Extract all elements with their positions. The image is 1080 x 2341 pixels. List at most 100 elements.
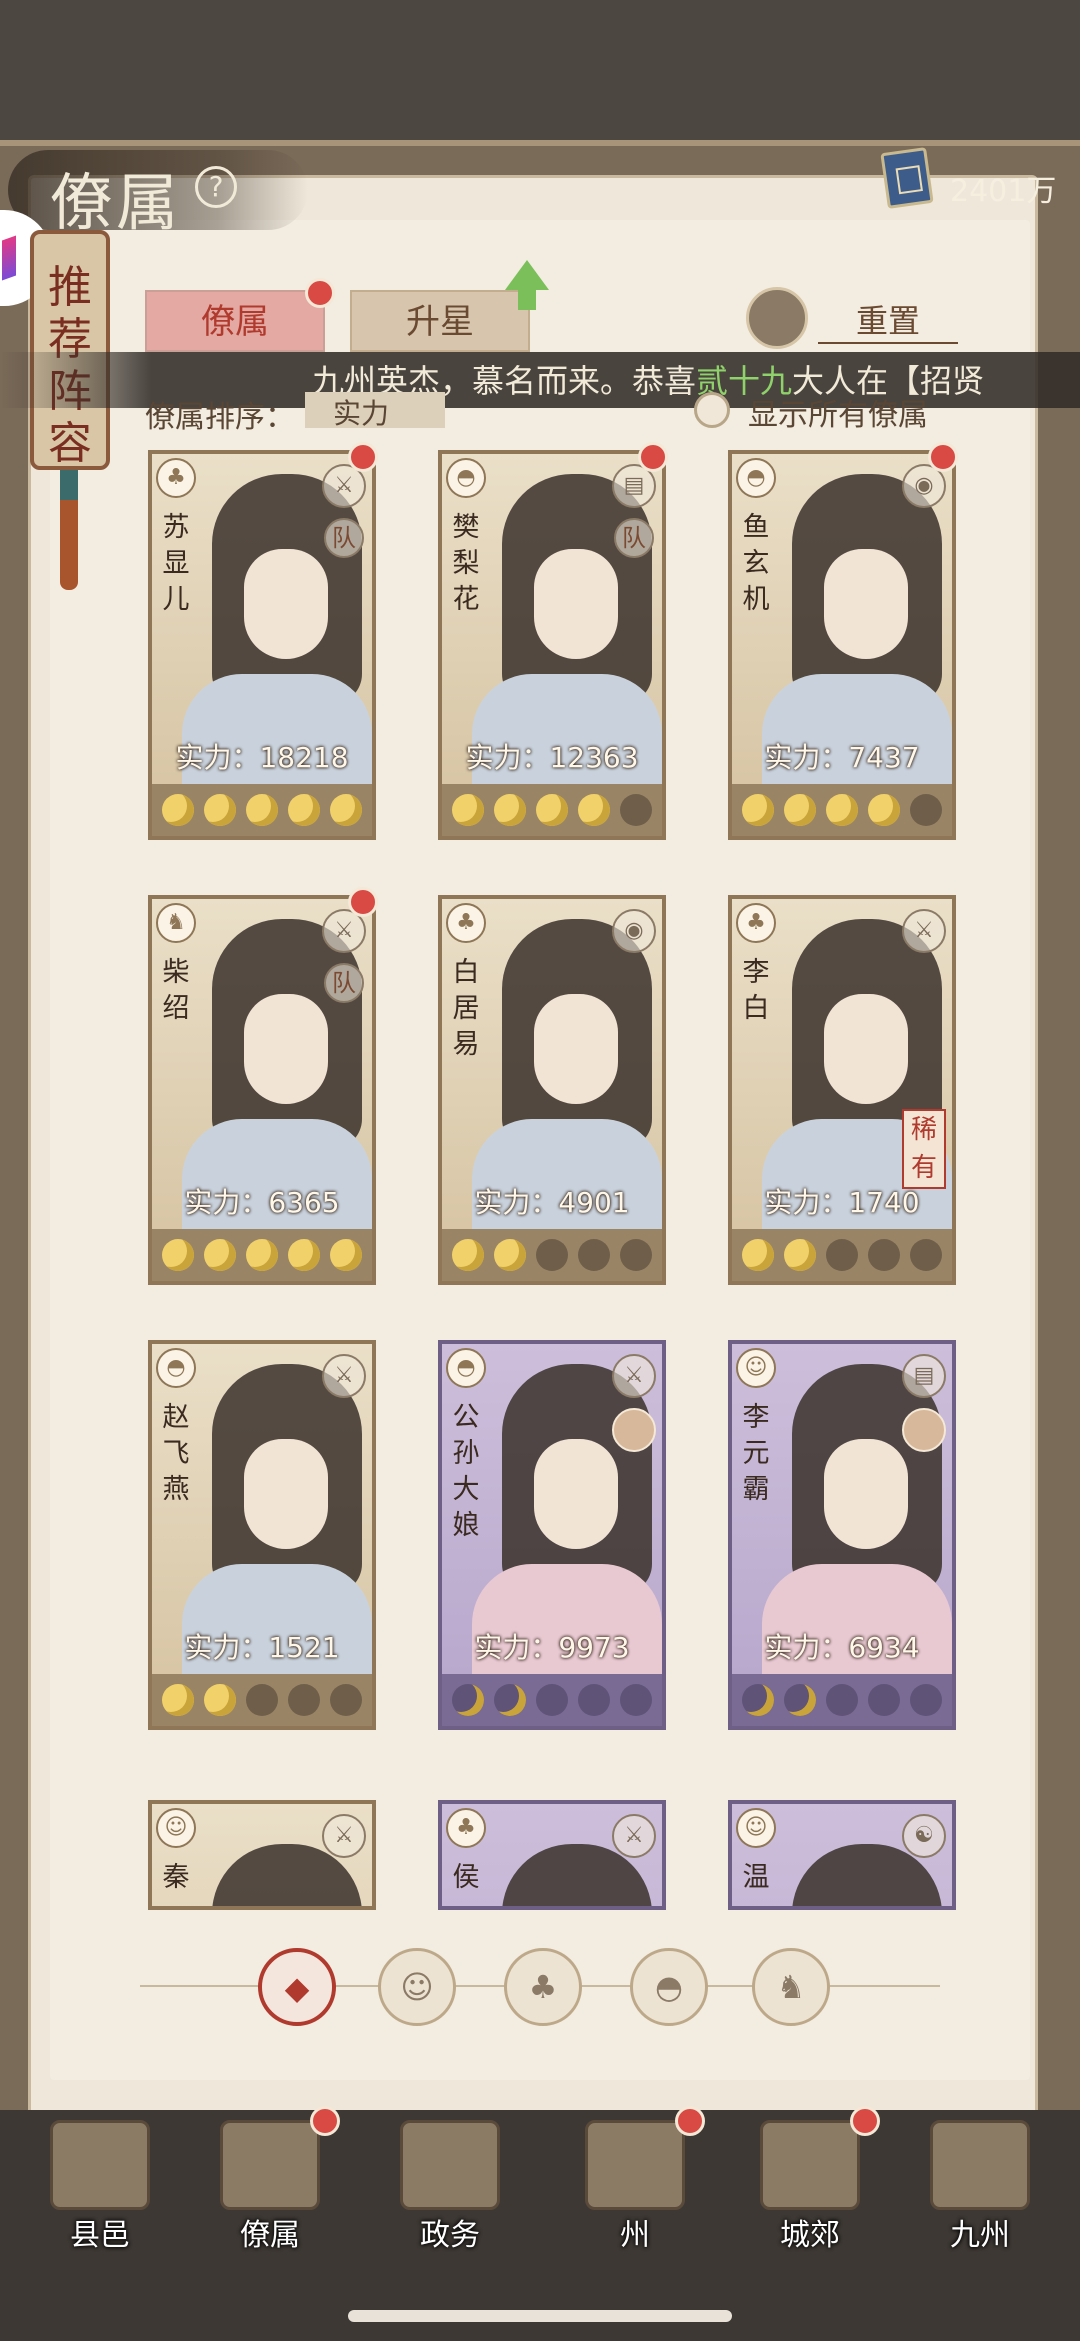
retainer-card-partial[interactable]: ☺ ⚔ 秦 [148, 1800, 376, 1910]
filter-calabash-icon[interactable]: ♣ [504, 1948, 582, 2026]
moon-star-filled-icon [742, 794, 774, 826]
rare-badge: 稀有 [902, 1109, 946, 1189]
retainer-name: 鱼玄机 [742, 512, 770, 615]
moon-star-filled-icon [742, 1239, 774, 1271]
nav-item[interactable]: 州 [565, 2120, 705, 2270]
card-notification-dot [638, 442, 668, 472]
moon-star-empty-icon [578, 1239, 610, 1271]
moon-star-empty-icon [868, 1684, 900, 1716]
nav-item[interactable]: 政务 [380, 2120, 520, 2270]
nav-label: 城郊 [780, 2218, 840, 2253]
moon-star-filled-icon [204, 794, 236, 826]
portrait-robe [472, 674, 662, 794]
star-row [732, 1674, 952, 1726]
moon-star-filled-icon [868, 794, 900, 826]
retainer-power: 实力：7437 [764, 741, 920, 774]
retainer-card-partial[interactable]: ♣ ⚔ 侯 [438, 1800, 666, 1910]
page-title: 僚属 [50, 166, 183, 239]
portrait-face [244, 994, 328, 1104]
moon-star-filled-icon [452, 1239, 484, 1271]
book-currency-icon [880, 147, 934, 209]
retainer-name: 苏显儿 [162, 512, 190, 615]
portrait-face [534, 994, 618, 1104]
moon-star-filled-icon [162, 1684, 194, 1716]
moon-star-filled-icon [578, 794, 610, 826]
filter-all-diamond-icon[interactable]: ◆ [258, 1948, 336, 2026]
sort-label: 僚属排序： [145, 400, 295, 435]
moon-star-filled-icon [494, 1684, 526, 1716]
retainer-card-partial[interactable]: ☺ ☯ 温 [728, 1800, 956, 1910]
nav-notification-dot [850, 2106, 880, 2136]
filter-mask-icon[interactable]: ☺ [378, 1948, 456, 2026]
retainer-card[interactable]: ♣ ⚔ 李白 实力：1740 稀有 [728, 895, 956, 1285]
nav-building-icon [585, 2120, 685, 2210]
tab-retainers[interactable]: 僚属 [145, 290, 325, 352]
moon-star-filled-icon [288, 794, 320, 826]
calabash-icon: ♣ [156, 458, 196, 498]
portrait-face [824, 549, 908, 659]
retainer-card[interactable]: ♞ ⚔ 柴绍 实力：6365 队 [148, 895, 376, 1285]
mask-icon: ☺ [156, 1808, 196, 1848]
team-badge: 队 [324, 518, 364, 558]
filter-dragon-icon[interactable]: ♞ [752, 1948, 830, 2026]
moon-star-empty-icon [246, 1684, 278, 1716]
star-row [152, 1674, 372, 1726]
retainer-card[interactable]: ♣ ⚔ 苏显儿 实力：18218 队 [148, 450, 376, 840]
portrait-robe [762, 674, 952, 794]
show-all-checkbox[interactable] [694, 392, 730, 428]
tassel-decoration [60, 470, 78, 590]
retainer-name: 白居易 [452, 957, 480, 1060]
retainer-name: 赵飞燕 [162, 1402, 190, 1505]
nav-label: 县邑 [70, 2218, 130, 2253]
retainer-card[interactable]: ☺ ▤ 李元霸 实力：6934 [728, 1340, 956, 1730]
sword-icon: ⚔ [612, 1354, 656, 1398]
moon-star-empty-icon [868, 1239, 900, 1271]
retainer-name: 公孙大娘 [452, 1402, 480, 1541]
calabash-icon: ♣ [736, 903, 776, 943]
card-notification-dot [928, 442, 958, 472]
moon-star-empty-icon [826, 1684, 858, 1716]
retainer-name: 李白 [742, 957, 770, 1024]
tab-retainers-notification-dot [305, 278, 335, 308]
retainer-power: 实力：4901 [474, 1186, 630, 1219]
moon-star-filled-icon [494, 1239, 526, 1271]
filter-fan-icon[interactable]: ◓ [630, 1948, 708, 2026]
team-badge: 队 [324, 963, 364, 1003]
nav-notification-dot [310, 2106, 340, 2136]
nav-item[interactable]: 县邑 [30, 2120, 170, 2270]
retainer-card[interactable]: ♣ ◉ 白居易 实力：4901 [438, 895, 666, 1285]
moon-star-filled-icon [246, 794, 278, 826]
sword-icon: ⚔ [322, 1354, 366, 1398]
moon-star-empty-icon [330, 1684, 362, 1716]
moon-star-filled-icon [452, 794, 484, 826]
retainer-card[interactable]: ◓ ⚔ 公孙大娘 实力：9973 [438, 1340, 666, 1730]
nav-item[interactable]: 九州 [910, 2120, 1050, 2270]
moon-star-filled-icon [784, 1239, 816, 1271]
dragon-icon: ♞ [156, 903, 196, 943]
moon-star-empty-icon [620, 1684, 652, 1716]
card-notification-dot [348, 442, 378, 472]
portrait-robe [182, 1564, 372, 1684]
moon-star-filled-icon [162, 1239, 194, 1271]
fan-icon: ◓ [736, 458, 776, 498]
calabash-icon: ♣ [446, 1808, 486, 1848]
sort-dropdown[interactable]: 实力 [305, 392, 445, 430]
sword-icon: ⚔ [612, 1814, 656, 1858]
help-icon[interactable]: ? [195, 166, 237, 208]
star-row [732, 784, 952, 836]
nav-building-icon [760, 2120, 860, 2210]
fan-icon: ◓ [156, 1348, 196, 1388]
reset-button[interactable]: 重置 [818, 296, 958, 344]
retainer-card[interactable]: ◓ ▤ 樊梨花 实力：12363 队 [438, 450, 666, 840]
reset-icon[interactable] [746, 287, 808, 349]
calabash-icon: ♣ [446, 903, 486, 943]
retainer-name: 樊梨花 [452, 512, 480, 615]
tab-star-up[interactable]: 升星 [350, 290, 530, 352]
nav-item[interactable]: 城郊 [740, 2120, 880, 2270]
retainer-power: 实力：6934 [764, 1631, 920, 1664]
portrait-face [824, 994, 908, 1104]
nav-item[interactable]: 僚属 [200, 2120, 340, 2270]
retainer-card[interactable]: ◓ ⚔ 赵飞燕 实力：1521 [148, 1340, 376, 1730]
star-row [442, 784, 662, 836]
retainer-card[interactable]: ◓ ◉ 鱼玄机 实力：7437 [728, 450, 956, 840]
